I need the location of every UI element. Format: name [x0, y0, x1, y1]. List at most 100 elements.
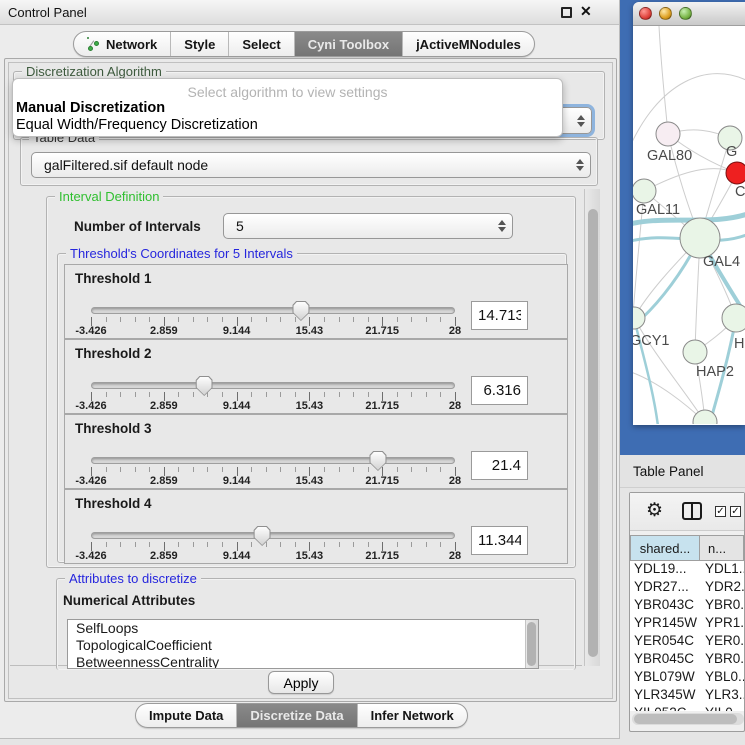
attribute-list-item[interactable]: BetweennessCentrality [68, 654, 538, 669]
threshold-1-value-field[interactable] [471, 301, 528, 330]
checkbox-checked-icon[interactable]: ✓ [715, 506, 726, 517]
column-header-name[interactable]: n... [700, 535, 744, 561]
threshold-3-slider[interactable] [91, 457, 455, 464]
network-node-gal11[interactable] [633, 179, 656, 203]
table-panel-header: Table Panel [620, 455, 745, 488]
threshold-3-slider-tick-labels: -3.4262.8599.14415.4321.71528 [91, 475, 455, 487]
threshold-2-panel: Threshold 2 -3.4262.8599.14415.4321.7152… [64, 339, 568, 414]
network-window-titlebar [633, 2, 745, 26]
table-row[interactable]: YPR145WYPR1... [630, 615, 744, 633]
network-canvas[interactable]: GAL80GCGAL11GAL4GCY1HHAP2 [633, 26, 745, 424]
tick-label: 21.715 [365, 400, 399, 412]
split-columns-icon[interactable] [682, 502, 702, 520]
numerical-attributes-list: SelfLoopsTopologicalCoefficientBetweenne… [67, 619, 539, 669]
threshold-2-slider[interactable] [91, 382, 455, 389]
threshold-3-panel: Threshold 3 -3.4262.8599.14415.4321.7152… [64, 414, 568, 489]
table-row[interactable]: YIL052CYIL0... [630, 705, 744, 711]
combo-stepper-icon [492, 214, 512, 238]
attribute-list-item[interactable]: TopologicalCoefficient [68, 637, 538, 654]
tick-label: -3.426 [75, 400, 106, 412]
table-horizontal-scrollbar[interactable] [632, 713, 744, 725]
tick-label: 28 [449, 550, 461, 562]
minimize-traffic-light-icon[interactable] [659, 7, 672, 20]
float-window-icon[interactable] [561, 7, 572, 18]
close-icon[interactable]: ✕ [580, 3, 596, 21]
checkbox-checked-icon[interactable]: ✓ [730, 506, 741, 517]
table-data-combobox[interactable]: galFiltered.sif default node [31, 152, 591, 178]
interval-definition-group: Interval Definition Number of Intervals … [46, 196, 576, 568]
tick-label: 2.859 [150, 325, 178, 337]
screen: Control Panel ✕ Network Style Select Cyn… [0, 0, 745, 745]
table-cell: YBR043C [630, 597, 700, 615]
table-cell: YLR345W [630, 687, 700, 705]
column-header-shared[interactable]: shared... [630, 535, 700, 561]
network-view-frame: GAL80GCGAL11GAL4GCY1HHAP2 [620, 0, 745, 455]
table-row[interactable]: YBR045CYBR0... [630, 651, 744, 669]
table-cell: YBL079W [630, 669, 700, 687]
network-node-label: HAP2 [696, 364, 734, 380]
threshold-4-panel: Threshold 4 -3.4262.8599.14415.4321.7152… [64, 489, 568, 564]
close-traffic-light-icon[interactable] [639, 7, 652, 20]
table-row[interactable]: YDL19...YDL1... [630, 561, 744, 579]
network-node-hap2[interactable] [683, 340, 707, 364]
tab-impute-data-label: Impute Data [149, 708, 223, 723]
tab-impute-data[interactable]: Impute Data [136, 704, 236, 727]
threshold-4-slider[interactable] [91, 532, 455, 539]
table-cell: YDR27... [630, 579, 700, 597]
network-node-label: GCY1 [633, 333, 670, 349]
attributes-group-title: Attributes to discretize [65, 571, 201, 586]
attribute-list-item[interactable]: SelfLoops [68, 620, 538, 637]
thresholds-group: Threshold's Coordinates for 5 Intervals … [57, 253, 567, 563]
threshold-1-slider[interactable] [91, 307, 455, 314]
control-panel-titlebar: Control Panel ✕ [0, 0, 619, 25]
tick-label: 15.43 [296, 475, 324, 487]
network-node-label: GAL80 [647, 148, 692, 164]
table-row[interactable]: YDR27...YDR2... [630, 579, 744, 597]
gear-icon[interactable]: ⚙ [646, 499, 663, 522]
tab-network[interactable]: Network [74, 32, 170, 56]
table-panel-body: ⚙ ✓ ✓ shared... n... YDL19...YDL1...YDR2… [620, 488, 745, 745]
dropdown-option-equal-width-frequency[interactable]: Equal Width/Frequency Discretization [13, 117, 562, 134]
network-node-gcy1[interactable] [633, 307, 645, 329]
tab-network-label: Network [106, 37, 157, 52]
network-graph: GAL80GCGAL11GAL4GCY1HHAP2 [633, 26, 745, 424]
settings-scrollbar[interactable] [584, 189, 600, 666]
table-row[interactable]: YBL079WYBL0... [630, 669, 744, 687]
tick-label: 21.715 [365, 325, 399, 337]
tick-label: -3.426 [75, 475, 106, 487]
zoom-traffic-light-icon[interactable] [679, 7, 692, 20]
attributes-list-scrollbar[interactable] [525, 620, 538, 668]
table-cell: YIL052C [630, 705, 700, 711]
tab-infer-network[interactable]: Infer Network [357, 704, 467, 727]
combo-stepper-icon [570, 153, 590, 177]
dropdown-option-manual-discretization[interactable]: Manual Discretization [13, 100, 562, 117]
table-panel-title: Table Panel [633, 464, 704, 479]
tick-label: 9.144 [223, 550, 251, 562]
threshold-2-value-field[interactable] [471, 376, 528, 405]
tab-discretize-data[interactable]: Discretize Data [236, 704, 356, 727]
threshold-3-value-field[interactable] [471, 451, 528, 480]
network-node-label: GAL4 [703, 254, 740, 270]
network-node-h[interactable] [722, 304, 745, 332]
table-row[interactable]: YLR345WYLR3... [630, 687, 744, 705]
table-row[interactable]: YBR043CYBR0... [630, 597, 744, 615]
tab-style[interactable]: Style [170, 32, 228, 56]
network-view-window: GAL80GCGAL11GAL4GCY1HHAP2 [633, 2, 745, 425]
tick-label: 2.859 [150, 550, 178, 562]
table-row[interactable]: YER054CYER0... [630, 633, 744, 651]
table-cell: YBR045C [630, 651, 700, 669]
threshold-3-label: Threshold 3 [75, 421, 152, 436]
thresholds-group-title: Threshold's Coordinates for 5 Intervals [66, 246, 297, 261]
tick-label: 15.43 [296, 550, 324, 562]
tab-select[interactable]: Select [228, 32, 293, 56]
apply-button[interactable]: Apply [268, 671, 334, 694]
network-node-gal80[interactable] [656, 122, 680, 146]
threshold-4-value-field[interactable] [471, 526, 528, 555]
tab-cyni-toolbox[interactable]: Cyni Toolbox [294, 32, 402, 56]
number-of-intervals-combobox[interactable]: 5 [223, 213, 513, 239]
table-cell: YPR145W [630, 615, 700, 633]
network-node-c[interactable] [726, 162, 745, 184]
tab-infer-network-label: Infer Network [371, 708, 454, 723]
tab-jactivemnodules[interactable]: jActiveMNodules [402, 32, 534, 56]
network-node-gal4[interactable] [680, 218, 720, 258]
